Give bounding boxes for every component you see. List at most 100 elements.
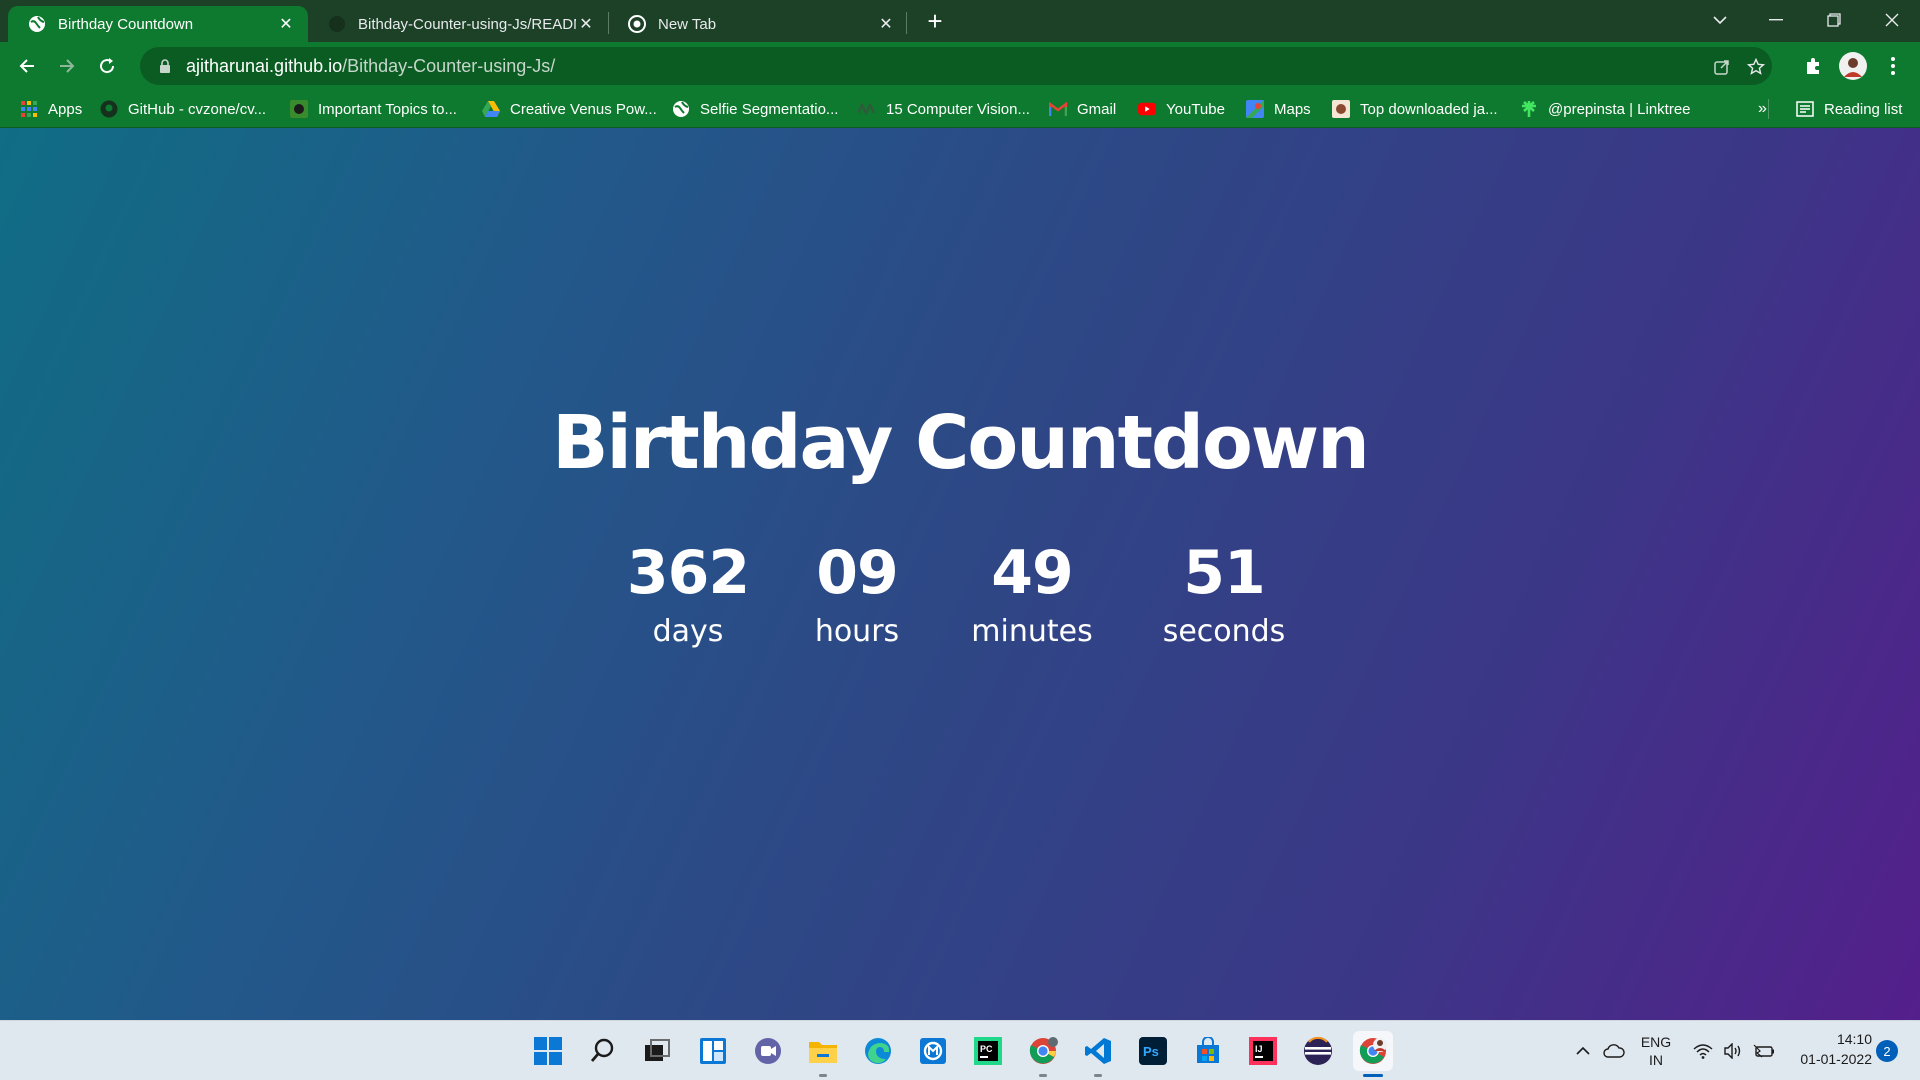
bookmark-label: Maps <box>1274 100 1311 118</box>
language-indicator[interactable]: ENG IN <box>1636 1021 1676 1080</box>
windows-taskbar: PC Ps IJ ENG IN 14:10 01-01-2022 2 <box>0 1020 1920 1080</box>
tab-strip: Birthday Countdown ✕ Bithday-Counter-usi… <box>0 0 1920 42</box>
bookmark-label: Apps <box>48 100 83 118</box>
menu-dots-icon[interactable] <box>1878 51 1908 81</box>
bookmark-label: @prepinsta | Linktree <box>1548 100 1691 118</box>
vscode-icon[interactable] <box>1078 1031 1118 1077</box>
widgets-icon[interactable] <box>693 1031 733 1071</box>
restore-icon[interactable] <box>1806 0 1862 40</box>
page-content: Birthday Countdown 362 days 09 hours 49 … <box>0 128 1920 1020</box>
task-view-icon[interactable] <box>637 1031 677 1071</box>
reading-list-button[interactable]: Reading list <box>1796 90 1902 128</box>
lock-icon[interactable] <box>154 55 176 77</box>
bookmark-github-cvzone[interactable]: GitHub - cvzone/cv... <box>100 90 266 128</box>
teams-chat-icon[interactable] <box>748 1031 788 1071</box>
volume-icon[interactable] <box>1720 1021 1746 1080</box>
tab-new-tab[interactable]: New Tab ✕ <box>608 6 908 42</box>
chrome-icon <box>628 15 646 33</box>
edge-icon[interactable] <box>858 1031 898 1071</box>
url-text: ajitharunai.github.io/Bithday-Counter-us… <box>186 56 555 77</box>
bookmark-label: Gmail <box>1077 100 1117 118</box>
eclipse-icon[interactable] <box>1298 1031 1338 1071</box>
site-icon <box>1332 100 1350 118</box>
bookmark-label: Selfie Segmentatio... <box>700 100 839 118</box>
store-icon[interactable] <box>1188 1031 1228 1071</box>
window-close-icon[interactable] <box>1864 0 1920 40</box>
minutes-value: 49 <box>991 538 1074 608</box>
share-icon[interactable] <box>1710 55 1734 79</box>
minimize-icon[interactable] <box>1748 0 1804 40</box>
page-icon <box>290 100 308 118</box>
bookmark-maps[interactable]: Maps <box>1246 90 1311 128</box>
maps-icon <box>1246 100 1264 118</box>
pycharm-icon[interactable]: PC <box>968 1031 1008 1071</box>
tab-birthday-countdown[interactable]: Birthday Countdown ✕ <box>8 6 308 42</box>
system-clock[interactable]: 14:10 01-01-2022 <box>1786 1029 1872 1069</box>
forward-arrow-icon[interactable] <box>52 51 82 81</box>
running-indicator <box>819 1074 827 1077</box>
running-indicator <box>1039 1074 1047 1077</box>
url-path: /Bithday-Counter-using-Js/ <box>342 55 556 76</box>
wifi-icon[interactable] <box>1690 1021 1716 1080</box>
language-code: ENG <box>1640 1034 1672 1050</box>
bookmark-gmail[interactable]: Gmail <box>1049 90 1116 128</box>
bookmark-star-icon[interactable] <box>1744 55 1768 79</box>
back-arrow-icon[interactable] <box>12 51 42 81</box>
bookmark-selfie-segmentation[interactable]: Selfie Segmentatio... <box>672 90 838 128</box>
tab-title: Bithday-Counter-using-Js/README.md <box>358 15 576 33</box>
hours-value: 09 <box>816 538 899 608</box>
apps-grid-icon <box>20 100 38 118</box>
bookmarks-overflow-button[interactable]: » <box>1758 90 1767 128</box>
bookmarks-divider <box>1768 99 1769 119</box>
linktree-icon <box>1520 100 1538 118</box>
battery-icon[interactable] <box>1750 1021 1778 1080</box>
windows-start-icon[interactable] <box>528 1031 568 1071</box>
bookmark-top-downloaded[interactable]: Top downloaded ja... <box>1332 90 1498 128</box>
profile-avatar[interactable] <box>1838 51 1868 81</box>
clock-date: 01-01-2022 <box>1800 1051 1872 1067</box>
close-icon[interactable]: ✕ <box>276 14 296 34</box>
seconds-value: 51 <box>1183 538 1266 608</box>
bookmark-label: 15 Computer Vision... <box>886 100 1030 118</box>
bookmark-label: YouTube <box>1166 100 1225 118</box>
reading-list-icon <box>1796 100 1814 118</box>
reload-icon[interactable] <box>92 51 122 81</box>
seconds-label: seconds <box>1162 614 1286 649</box>
bookmark-computer-vision[interactable]: 15 Computer Vision... <box>858 90 1030 128</box>
bookmark-important-topics[interactable]: Important Topics to... <box>290 90 457 128</box>
photos-icon[interactable] <box>913 1031 953 1071</box>
close-icon[interactable]: ✕ <box>576 14 596 34</box>
site-icon <box>858 100 876 118</box>
close-icon[interactable]: ✕ <box>876 14 896 34</box>
notification-badge[interactable]: 2 <box>1876 1040 1898 1062</box>
search-icon[interactable] <box>583 1031 623 1071</box>
bookmark-apps[interactable]: Apps <box>20 90 82 128</box>
github-icon <box>328 15 346 33</box>
chrome-icon[interactable] <box>1023 1031 1063 1077</box>
new-tab-button[interactable]: + <box>920 6 950 36</box>
bookmark-linktree[interactable]: @prepinsta | Linktree <box>1520 90 1691 128</box>
chrome-profile-icon[interactable] <box>1353 1031 1393 1077</box>
reading-list-label: Reading list <box>1824 100 1903 118</box>
minutes-label: minutes <box>971 614 1093 649</box>
svg-text:Ps: Ps <box>1143 1044 1159 1059</box>
bookmark-label: Top downloaded ja... <box>1360 100 1498 118</box>
drive-icon <box>482 100 500 118</box>
tab-search-icon[interactable] <box>1692 0 1748 40</box>
tab-readme[interactable]: Bithday-Counter-using-Js/README.md ✕ <box>308 6 608 42</box>
globe-icon <box>672 100 690 118</box>
onedrive-cloud-icon[interactable] <box>1600 1021 1628 1080</box>
bookmark-youtube[interactable]: YouTube <box>1138 90 1225 128</box>
intellij-icon[interactable]: IJ <box>1243 1031 1283 1071</box>
github-icon <box>100 100 118 118</box>
bookmark-creative-venus[interactable]: Creative Venus Pow... <box>482 90 657 128</box>
tab-separator <box>906 12 907 34</box>
extensions-icon[interactable] <box>1798 51 1828 81</box>
running-indicator <box>1094 1074 1102 1077</box>
file-explorer-icon[interactable] <box>803 1031 843 1077</box>
address-bar[interactable]: ajitharunai.github.io/Bithday-Counter-us… <box>140 47 1772 85</box>
photoshop-icon[interactable]: Ps <box>1133 1031 1173 1071</box>
svg-text:IJ: IJ <box>1255 1044 1263 1054</box>
tab-title: New Tab <box>658 15 717 33</box>
tray-overflow-chevron-icon[interactable] <box>1570 1021 1596 1080</box>
